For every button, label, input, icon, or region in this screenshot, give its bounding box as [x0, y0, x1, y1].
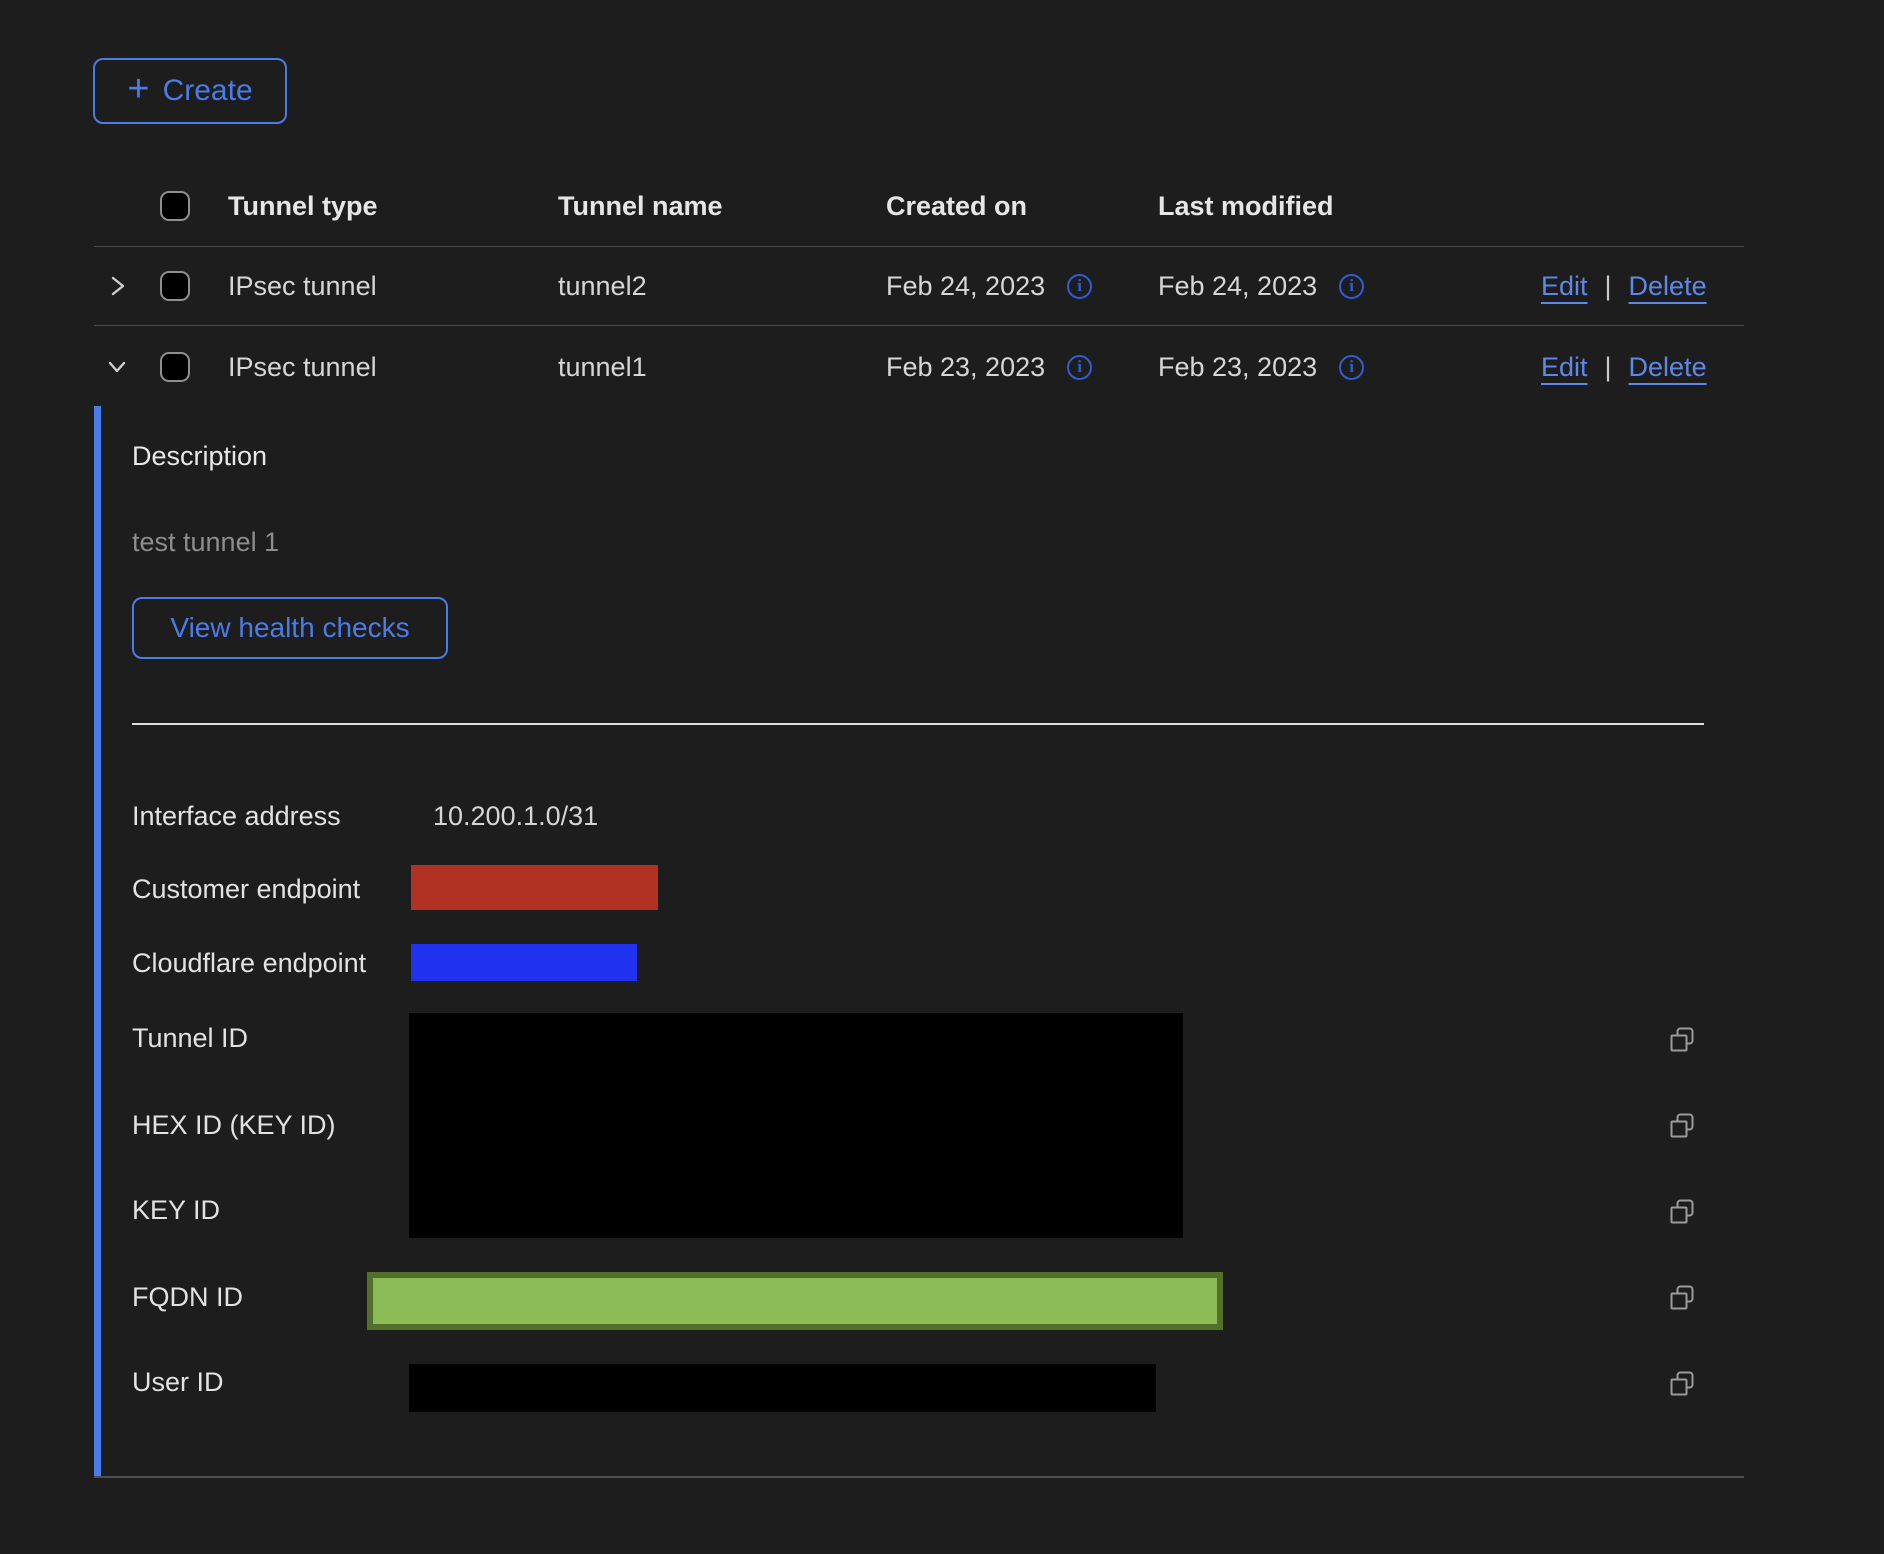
- tunnel-type-cell: IPsec tunnel: [228, 352, 558, 383]
- copy-icon: [1668, 1370, 1696, 1398]
- copy-icon: [1668, 1112, 1696, 1140]
- description-value: test tunnel 1: [132, 525, 279, 559]
- expanded-details-panel: Description test tunnel 1 View health ch…: [94, 406, 1744, 1478]
- table-row-tunnel2: IPsec tunnel tunnel2 Feb 24, 2023 Feb 24…: [94, 247, 1744, 326]
- cloudflare-endpoint-label: Cloudflare endpoint: [132, 946, 366, 980]
- info-icon[interactable]: [1339, 274, 1364, 299]
- copy-icon: [1668, 1284, 1696, 1312]
- created-on-cell: Feb 24, 2023: [886, 271, 1158, 302]
- table-header: Tunnel type Tunnel name Created on Last …: [94, 166, 1744, 247]
- redacted-customer-endpoint-value: [411, 865, 658, 910]
- view-health-checks-button[interactable]: View health checks: [132, 597, 448, 659]
- delete-link[interactable]: Delete: [1629, 271, 1707, 302]
- edit-link[interactable]: Edit: [1541, 271, 1588, 302]
- interface-address-value: 10.200.1.0/31: [433, 799, 598, 833]
- chevron-down-icon[interactable]: [104, 354, 130, 380]
- create-button[interactable]: + Create: [93, 58, 287, 124]
- tunnel-name-cell: tunnel2: [558, 271, 886, 302]
- chevron-right-icon[interactable]: [104, 273, 130, 299]
- redacted-fqdn-id-value: [367, 1272, 1223, 1330]
- tunnel-type-cell: IPsec tunnel: [228, 271, 558, 302]
- redacted-ids-block: [409, 1013, 1183, 1238]
- created-on-date: Feb 23, 2023: [886, 352, 1045, 383]
- created-on-date: Feb 24, 2023: [886, 271, 1045, 302]
- last-modified-date: Feb 24, 2023: [1158, 271, 1317, 302]
- expanded-indicator-bar: [94, 406, 101, 1476]
- copy-icon: [1668, 1198, 1696, 1226]
- user-id-label: User ID: [132, 1365, 224, 1399]
- plus-icon: +: [127, 70, 149, 108]
- tunnel-name-cell: tunnel1: [558, 352, 886, 383]
- create-button-label: Create: [163, 76, 253, 106]
- last-modified-cell: Feb 23, 2023: [1158, 352, 1500, 383]
- delete-link[interactable]: Delete: [1629, 352, 1707, 383]
- copy-user-id-button[interactable]: [1668, 1370, 1696, 1398]
- copy-tunnel-id-button[interactable]: [1668, 1026, 1696, 1054]
- fqdn-id-label: FQDN ID: [132, 1280, 243, 1314]
- copy-hex-id-button[interactable]: [1668, 1112, 1696, 1140]
- info-icon[interactable]: [1339, 355, 1364, 380]
- col-header-tunnel-name: Tunnel name: [558, 191, 886, 222]
- created-on-cell: Feb 23, 2023: [886, 352, 1158, 383]
- info-icon[interactable]: [1067, 355, 1092, 380]
- copy-icon: [1668, 1026, 1696, 1054]
- col-header-tunnel-type: Tunnel type: [228, 191, 558, 222]
- copy-fqdn-id-button[interactable]: [1668, 1284, 1696, 1312]
- hex-id-label: HEX ID (KEY ID): [132, 1108, 336, 1142]
- tunnel-id-label: Tunnel ID: [132, 1021, 248, 1055]
- customer-endpoint-label: Customer endpoint: [132, 872, 360, 906]
- last-modified-cell: Feb 24, 2023: [1158, 271, 1500, 302]
- interface-address-label: Interface address: [132, 799, 341, 833]
- table-row-tunnel1: IPsec tunnel tunnel1 Feb 23, 2023 Feb 23…: [94, 326, 1744, 408]
- col-header-created-on: Created on: [886, 191, 1158, 222]
- row-checkbox[interactable]: [160, 271, 190, 301]
- copy-key-id-button[interactable]: [1668, 1198, 1696, 1226]
- action-separator: |: [1605, 352, 1612, 383]
- col-header-last-modified: Last modified: [1158, 191, 1500, 222]
- tunnels-page: + Create Tunnel type Tunnel name Created…: [0, 0, 1884, 1554]
- section-divider: [132, 723, 1704, 725]
- row-checkbox[interactable]: [160, 352, 190, 382]
- redacted-user-id-value: [409, 1364, 1156, 1412]
- info-icon[interactable]: [1067, 274, 1092, 299]
- last-modified-date: Feb 23, 2023: [1158, 352, 1317, 383]
- redacted-cloudflare-endpoint-value: [411, 944, 637, 981]
- tunnels-table: Tunnel type Tunnel name Created on Last …: [94, 166, 1744, 408]
- description-label: Description: [132, 439, 267, 473]
- action-separator: |: [1605, 271, 1612, 302]
- key-id-label: KEY ID: [132, 1193, 220, 1227]
- select-all-checkbox[interactable]: [160, 191, 190, 221]
- edit-link[interactable]: Edit: [1541, 352, 1588, 383]
